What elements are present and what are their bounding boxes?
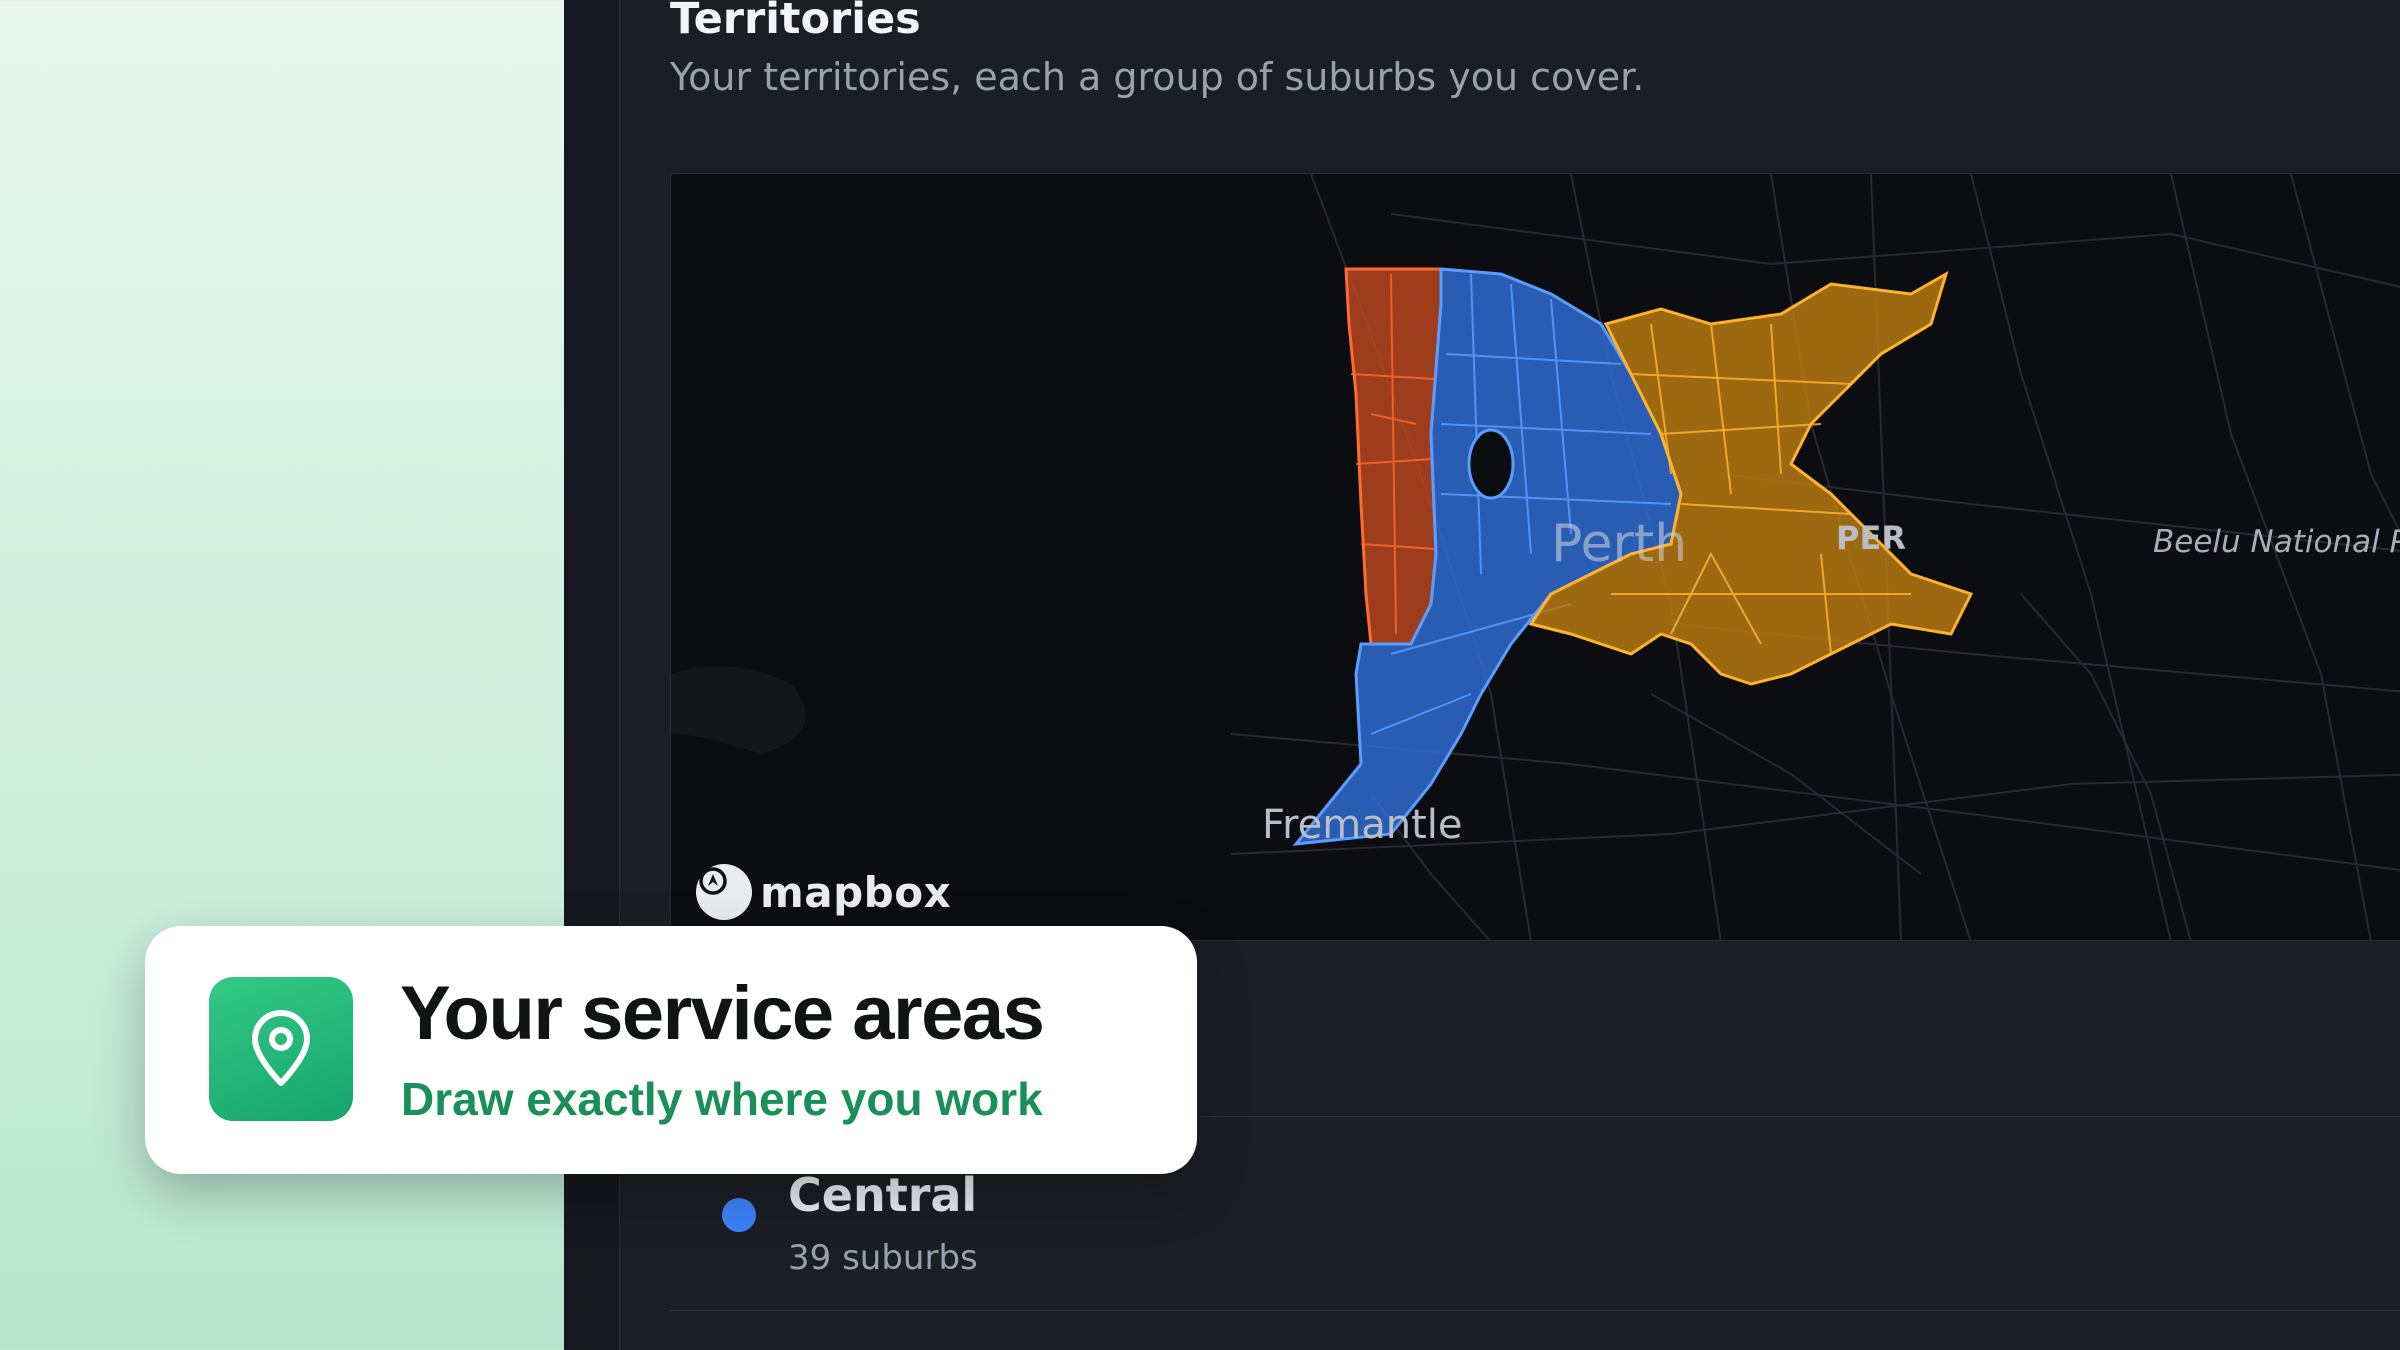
map-canvas [671, 174, 2400, 940]
callout-subtitle: Draw exactly where you work [401, 1073, 1043, 1125]
map-label-fremantle: Fremantle [1262, 802, 1463, 848]
section-title: Territories [670, 0, 921, 44]
territory-color-dot [722, 1198, 756, 1232]
territory-name: Central [788, 1168, 978, 1222]
location-pin-icon [209, 977, 353, 1121]
map-label-park: Beelu National P [2153, 524, 2400, 560]
territory-map[interactable]: Perth PER Beelu National P Fremantle map… [670, 173, 2400, 941]
map-label-airport: PER [1836, 519, 1906, 557]
mapbox-wordmark: mapbox [760, 867, 952, 917]
island-shape [671, 666, 806, 754]
territory-suburb-count: 39 suburbs [788, 1238, 978, 1278]
lake-shape [1467, 428, 1515, 500]
mapbox-logo-icon [696, 864, 752, 920]
map-label-perth: Perth [1551, 514, 1688, 574]
callout-title: Your service areas [400, 971, 1045, 1056]
list-divider [670, 1310, 2400, 1311]
section-subtitle: Your territories, each a group of suburb… [670, 55, 1645, 99]
mapbox-attribution[interactable]: mapbox [696, 864, 951, 920]
feature-callout: Your service areas Draw exactly where yo… [145, 926, 1197, 1174]
